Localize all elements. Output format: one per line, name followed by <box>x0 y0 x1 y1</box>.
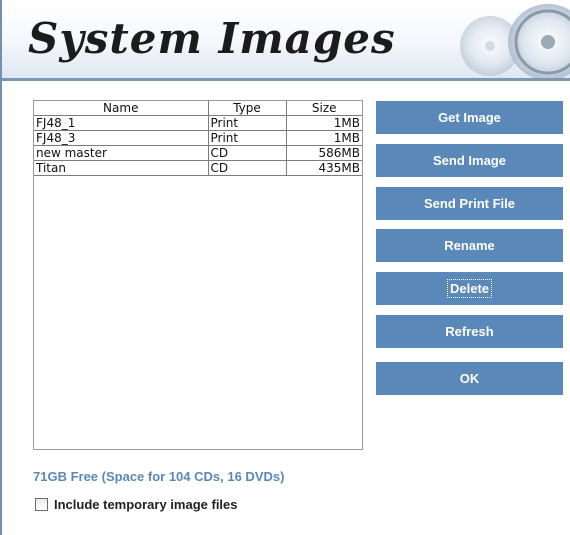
table-row[interactable]: Titan CD 435MB <box>34 160 362 176</box>
cell-size: 1MB <box>286 130 362 146</box>
delete-label: Delete <box>446 279 493 298</box>
image-file-list[interactable]: Name Type Size FJ48_1 Print 1MB FJ48_3 P… <box>33 100 363 450</box>
column-header-size[interactable]: Size <box>286 101 362 116</box>
cell-type: CD <box>208 145 287 161</box>
send-print-file-button[interactable]: Send Print File <box>376 187 563 220</box>
include-temp-option[interactable]: Include temporary image files <box>35 497 238 512</box>
column-header-name[interactable]: Name <box>34 101 209 116</box>
get-image-button[interactable]: Get Image <box>376 101 563 134</box>
page-header: System Images <box>2 0 570 81</box>
cell-type: CD <box>208 160 287 176</box>
free-space-status: 71GB Free (Space for 104 CDs, 16 DVDs) <box>33 469 285 484</box>
include-temp-label: Include temporary image files <box>54 497 238 512</box>
page-title: System Images <box>28 14 396 63</box>
include-temp-checkbox[interactable] <box>35 498 48 511</box>
table-row[interactable]: FJ48_1 Print 1MB <box>34 115 362 131</box>
rename-button[interactable]: Rename <box>376 229 563 262</box>
table-header-row: Name Type Size <box>34 101 362 116</box>
cell-type: Print <box>208 115 287 131</box>
delete-button[interactable]: Delete <box>376 272 563 305</box>
cell-size: 435MB <box>286 160 362 176</box>
rename-label: Rename <box>444 238 495 253</box>
send-image-label: Send Image <box>433 153 506 168</box>
ok-button[interactable]: OK <box>376 362 563 395</box>
refresh-button[interactable]: Refresh <box>376 315 563 348</box>
cell-type: Print <box>208 130 287 146</box>
table-row[interactable]: new master CD 586MB <box>34 145 362 161</box>
file-table: Name Type Size FJ48_1 Print 1MB FJ48_3 P… <box>34 101 362 176</box>
send-image-button[interactable]: Send Image <box>376 144 563 177</box>
refresh-label: Refresh <box>445 324 494 339</box>
column-header-type[interactable]: Type <box>208 101 287 116</box>
send-print-file-label: Send Print File <box>423 196 515 211</box>
ok-label: OK <box>459 371 480 386</box>
get-image-label: Get Image <box>438 110 501 125</box>
table-row[interactable]: FJ48_3 Print 1MB <box>34 130 362 146</box>
cell-size: 1MB <box>286 115 362 131</box>
cell-name: new master <box>34 145 209 161</box>
cell-name: FJ48_1 <box>34 115 209 131</box>
cell-name: FJ48_3 <box>34 130 209 146</box>
disc-icon <box>460 4 570 78</box>
cell-name: Titan <box>34 160 209 176</box>
cell-size: 586MB <box>286 145 362 161</box>
